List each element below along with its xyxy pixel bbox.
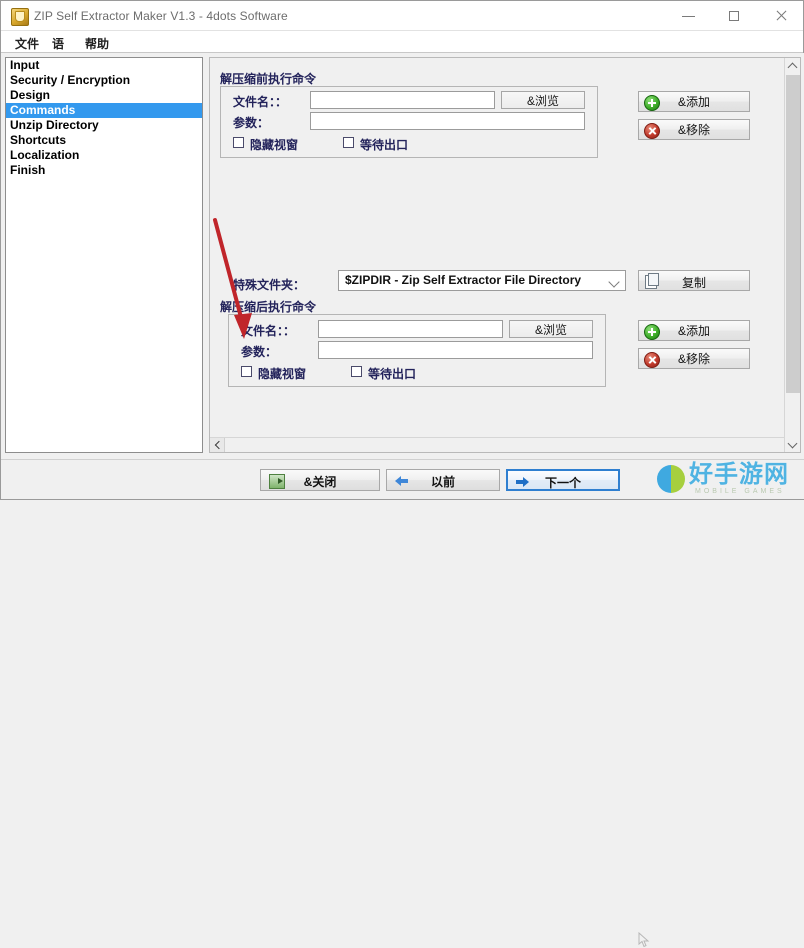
title-bar: ZIP Self Extractor Maker V1.3 - 4dots So…	[1, 1, 803, 31]
scroll-left-arrow-icon[interactable]	[210, 438, 225, 452]
pre-browse-button[interactable]: &浏览	[501, 91, 585, 109]
sidebar-item-commands[interactable]: Commands	[6, 103, 202, 118]
pre-filename-input[interactable]	[311, 92, 494, 108]
pre-wait-exit-label: 等待出口	[360, 136, 408, 153]
post-filename-input[interactable]	[319, 321, 502, 337]
vertical-scrollbar[interactable]	[784, 58, 800, 452]
pre-remove-label: &移除	[639, 121, 749, 138]
window-title: ZIP Self Extractor Maker V1.3 - 4dots So…	[34, 9, 288, 23]
post-checkbox-row: 隐藏视窗 等待出口	[241, 365, 591, 379]
post-hide-window-label: 隐藏视窗	[258, 365, 306, 382]
post-remove-button[interactable]: &移除	[638, 348, 750, 369]
copy-label: 复制	[639, 274, 749, 291]
sidebar-item-security[interactable]: Security / Encryption	[6, 73, 202, 88]
pre-params-input-wrap[interactable]	[310, 112, 585, 130]
post-browse-button[interactable]: &浏览	[509, 320, 593, 338]
pre-add-label: &添加	[639, 93, 749, 110]
menu-item-help[interactable]: 帮助	[81, 35, 113, 52]
mouse-cursor-icon	[638, 932, 652, 948]
previous-label: 以前	[387, 473, 499, 490]
vertical-scrollbar-thumb[interactable]	[786, 75, 800, 393]
sidebar-item-unzip-directory[interactable]: Unzip Directory	[6, 118, 202, 133]
footer-bar: &关闭 以前 下一个	[1, 459, 804, 499]
sidebar-item-finish[interactable]: Finish	[6, 163, 202, 178]
sidebar-item-localization[interactable]: Localization	[6, 148, 202, 163]
pre-checkbox-row: 隐藏视窗 等待出口	[233, 136, 583, 150]
post-params-label: 参数：	[241, 343, 277, 360]
menu-item-file[interactable]: 文件	[11, 35, 43, 52]
zip-shield-icon	[11, 8, 29, 26]
close-wizard-label: &关闭	[261, 473, 379, 490]
application-window: ZIP Self Extractor Maker V1.3 - 4dots So…	[0, 0, 804, 500]
menu-bar: 文件 语 帮助	[1, 31, 803, 53]
next-label: 下一个	[508, 474, 618, 491]
scroll-down-arrow-icon[interactable]	[785, 436, 801, 452]
content-pane: 解压缩前执行命令 文件名：： &浏览 参数： 隐藏视窗 等待出口	[209, 57, 801, 453]
post-command-group-title: 解压缩后执行命令	[220, 298, 316, 315]
post-params-input[interactable]	[319, 342, 592, 358]
pre-remove-button[interactable]: &移除	[638, 119, 750, 140]
post-browse-label: &浏览	[535, 321, 567, 338]
post-params-input-wrap[interactable]	[318, 341, 593, 359]
scroll-up-arrow-icon[interactable]	[785, 58, 801, 74]
pre-command-group-title: 解压缩前执行命令	[220, 70, 316, 87]
next-button[interactable]: 下一个	[506, 469, 620, 491]
post-remove-label: &移除	[639, 350, 749, 367]
previous-button[interactable]: 以前	[386, 469, 500, 491]
pre-hide-window-label: 隐藏视窗	[250, 136, 298, 153]
pre-filename-label: 文件名：：	[233, 93, 287, 110]
pre-filename-input-wrap[interactable]	[310, 91, 495, 109]
maximize-button[interactable]	[712, 1, 757, 30]
close-wizard-button[interactable]: &关闭	[260, 469, 380, 491]
content-scroll-area: 解压缩前执行命令 文件名：： &浏览 参数： 隐藏视窗 等待出口	[210, 58, 784, 439]
post-filename-label: 文件名：：	[241, 322, 295, 339]
special-folder-combobox[interactable]: $ZIPDIR - Zip Self Extractor File Direct…	[338, 270, 626, 291]
special-folder-label: 特殊文件夹：	[233, 276, 305, 293]
body-area: Input Security / Encryption Design Comma…	[1, 53, 804, 461]
pre-params-label: 参数：	[233, 114, 269, 131]
menu-item-language[interactable]: 语	[48, 35, 68, 52]
pre-browse-label: &浏览	[527, 92, 559, 109]
post-wait-exit-checkbox[interactable]	[351, 366, 362, 377]
close-button[interactable]	[758, 1, 803, 30]
sidebar-item-input[interactable]: Input	[6, 58, 202, 73]
copy-button[interactable]: 复制	[638, 270, 750, 291]
sidebar-item-shortcuts[interactable]: Shortcuts	[6, 133, 202, 148]
pre-add-button[interactable]: &添加	[638, 91, 750, 112]
post-hide-window-checkbox[interactable]	[241, 366, 252, 377]
post-add-label: &添加	[639, 322, 749, 339]
sidebar-item-design[interactable]: Design	[6, 88, 202, 103]
minimize-button[interactable]	[666, 1, 711, 30]
sidebar-steps-list[interactable]: Input Security / Encryption Design Comma…	[5, 57, 203, 453]
post-wait-exit-label: 等待出口	[368, 365, 416, 382]
pre-params-input[interactable]	[311, 113, 584, 129]
horizontal-scrollbar[interactable]	[210, 437, 784, 452]
post-filename-input-wrap[interactable]	[318, 320, 503, 338]
pre-wait-exit-checkbox[interactable]	[343, 137, 354, 148]
special-folder-value: $ZIPDIR - Zip Self Extractor File Direct…	[345, 271, 625, 290]
post-add-button[interactable]: &添加	[638, 320, 750, 341]
pre-hide-window-checkbox[interactable]	[233, 137, 244, 148]
